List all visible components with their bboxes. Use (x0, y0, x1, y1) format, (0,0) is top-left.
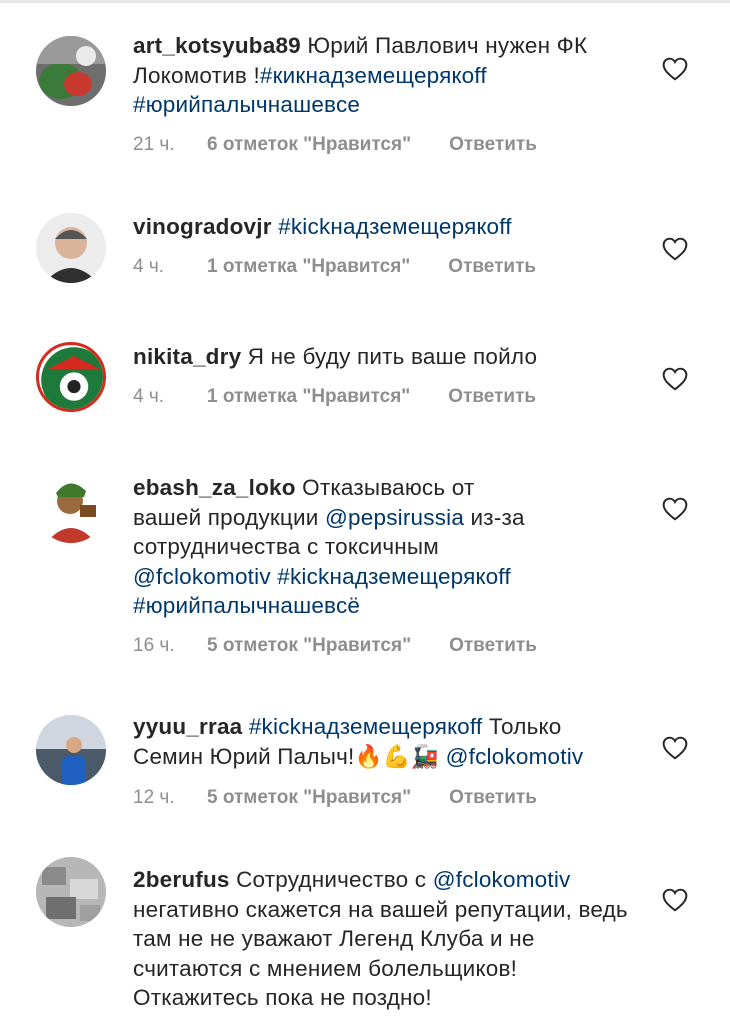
avatar[interactable] (36, 36, 106, 106)
reply-button[interactable]: Ответить (448, 256, 536, 278)
likes-count-link[interactable]: 1 отметка "Нравится" (207, 256, 410, 278)
comment-timestamp[interactable]: 21 ч. (133, 134, 207, 156)
likes-count-link[interactable]: 1 отметка "Нравится" (207, 386, 410, 408)
username-link[interactable]: yyuu_rraa (133, 714, 242, 739)
mention-link[interactable]: @pepsirussia (325, 505, 464, 530)
likes-count-link[interactable]: 5 отметок "Нравится" (207, 787, 411, 809)
comment-meta: 4 ч. 1 отметка "Нравится" Ответить (133, 386, 536, 408)
heart-outline-icon[interactable] (662, 367, 688, 391)
text-segment: Сотрудничество с (236, 867, 433, 892)
top-divider (0, 0, 730, 3)
hashtag-link[interactable]: @fclokomotiv #kickнадземещерякoff #юрийп… (133, 564, 511, 619)
username-link[interactable]: 2berufus (133, 867, 230, 892)
heart-outline-icon[interactable] (662, 497, 688, 521)
reply-button[interactable]: Ответить (449, 635, 537, 657)
comment-text: ebash_za_loko Отказываюсь от вашей проду… (133, 473, 543, 621)
username-link[interactable]: nikita_dry (133, 344, 241, 369)
avatar[interactable] (36, 857, 106, 927)
comment-timestamp[interactable]: 4 ч. (133, 386, 207, 408)
mention-link[interactable]: @fclokomotiv (446, 744, 584, 769)
reply-button[interactable]: Ответить (448, 386, 536, 408)
comment-text: art_kotsyuba89 Юрий Павлович нужен ФК Ло… (133, 31, 633, 120)
comment-meta: 4 ч. 1 отметка "Нравится" Ответить (133, 256, 536, 278)
avatar[interactable] (36, 342, 106, 412)
username-link[interactable]: vinogradovjr (133, 214, 272, 239)
likes-count-link[interactable]: 5 отметок "Нравится" (207, 635, 411, 657)
likes-count-link[interactable]: 6 отметок "Нравится" (207, 134, 411, 156)
text-segment: Я не буду пить ваше пойло (247, 344, 538, 369)
heart-outline-icon[interactable] (662, 888, 688, 912)
comment-text: nikita_dry Я не буду пить ваше пойло (133, 342, 633, 372)
username-link[interactable]: art_kotsyuba89 (133, 33, 301, 58)
hashtag-link[interactable]: #kickнадземещерякoff (249, 714, 483, 739)
comment-text: yyuu_rraa #kickнадземещерякoff Только Се… (133, 712, 633, 771)
reply-button[interactable]: Ответить (449, 134, 537, 156)
reply-button[interactable]: Ответить (449, 787, 537, 809)
text-segment: негативно скажется на вашей репутации, в… (133, 896, 628, 1011)
heart-outline-icon[interactable] (662, 57, 688, 81)
mention-link[interactable]: @fclokomotiv (433, 867, 571, 892)
comment-text: 2berufus Сотрудничество с @fclokomotiv н… (133, 865, 633, 1013)
heart-outline-icon[interactable] (662, 736, 688, 760)
comment-text: vinogradovjr #kickнадземещерякoff (133, 212, 633, 242)
comment-meta: 21 ч. 6 отметок "Нравится" Ответить (133, 134, 537, 156)
comment-timestamp[interactable]: 16 ч. (133, 635, 207, 657)
comment-meta: 16 ч. 5 отметок "Нравится" Ответить (133, 635, 537, 657)
avatar[interactable] (36, 715, 106, 785)
comment-meta: 12 ч. 5 отметок "Нравится" Ответить (133, 787, 537, 809)
heart-outline-icon[interactable] (662, 237, 688, 261)
avatar[interactable] (36, 213, 106, 283)
hashtag-link[interactable]: #kickнадземещерякoff (278, 214, 512, 239)
comment-timestamp[interactable]: 4 ч. (133, 256, 207, 278)
comment-timestamp[interactable]: 12 ч. (133, 787, 207, 809)
username-link[interactable]: ebash_za_loko (133, 475, 296, 500)
avatar[interactable] (36, 473, 106, 543)
